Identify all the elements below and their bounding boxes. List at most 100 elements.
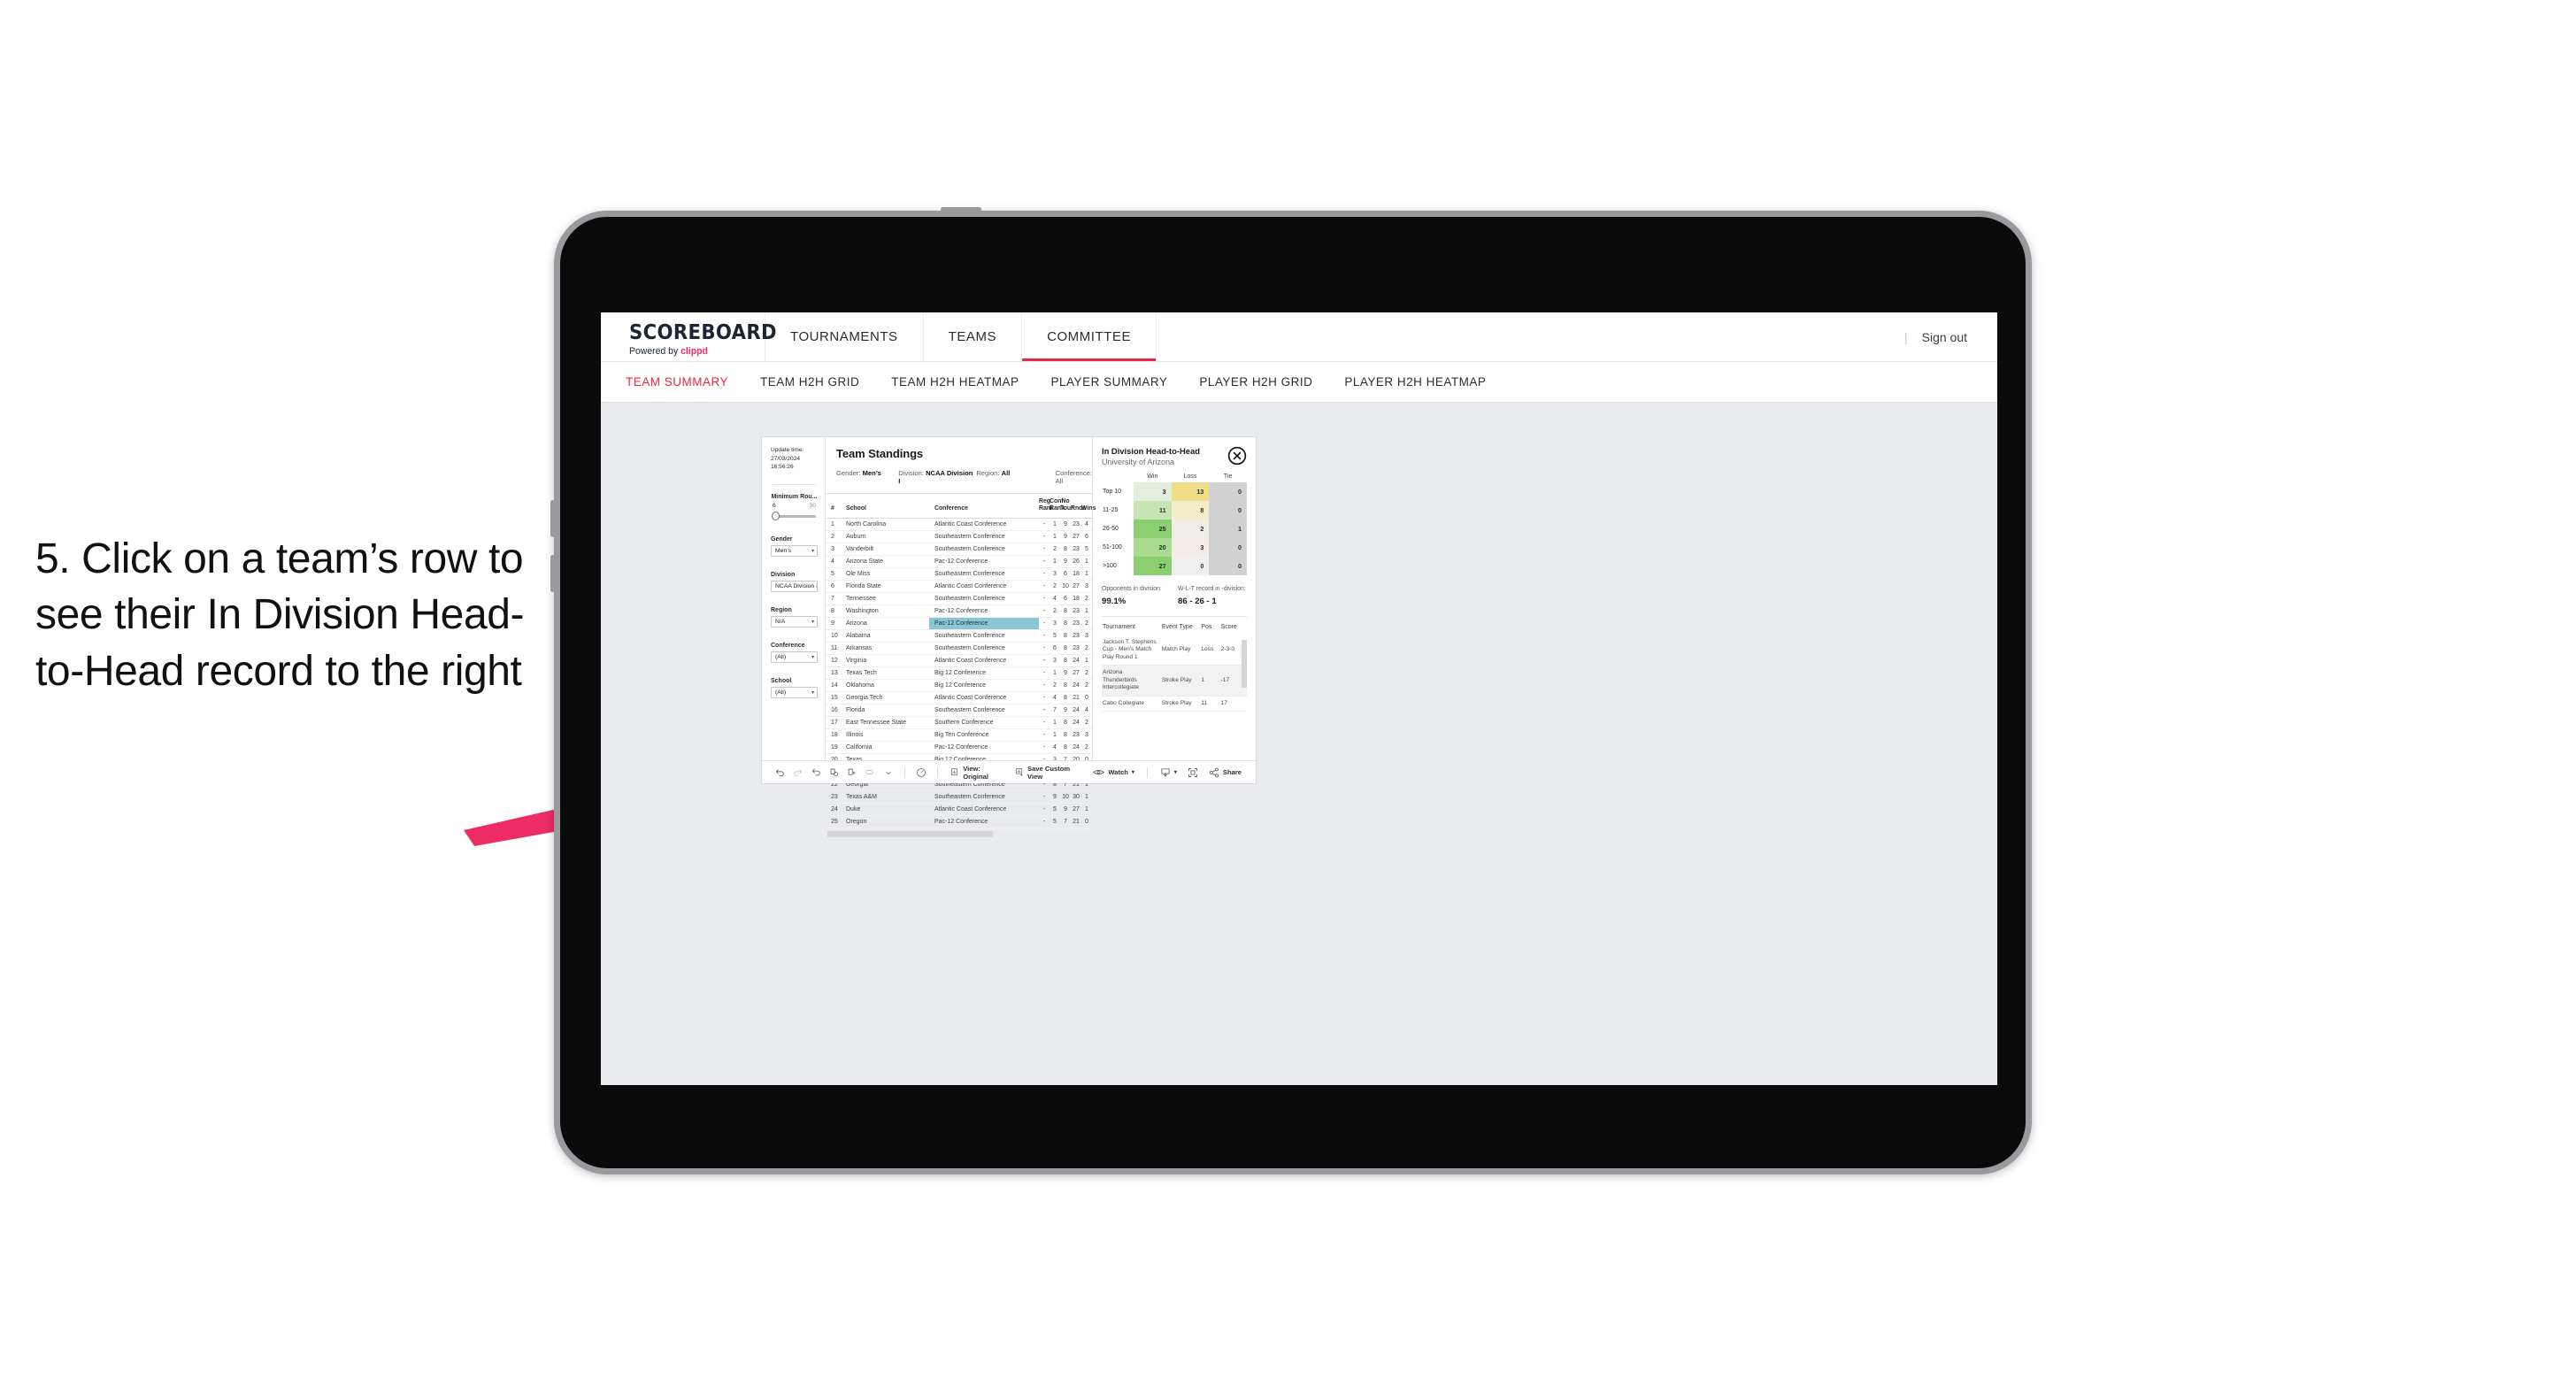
h2h-cell[interactable]: 27 xyxy=(1134,557,1172,575)
h2h-cell[interactable]: 3 xyxy=(1134,482,1172,501)
revert-icon[interactable] xyxy=(807,765,825,781)
share-button[interactable]: Share xyxy=(1203,767,1247,778)
tournament-name-cell: Jackson T. Stephens Cup - Men’s Match Pl… xyxy=(1102,635,1161,666)
col-school[interactable]: School xyxy=(841,494,929,519)
conference-select[interactable]: (All) ▾ xyxy=(771,651,818,663)
tab-team-h2h-heatmap[interactable]: TEAM H2H HEATMAP xyxy=(891,375,1019,389)
slider-handle[interactable] xyxy=(772,511,780,520)
table-row[interactable]: 7 Tennessee Southeastern Conference -4 6 18 2 xyxy=(826,592,1092,605)
division-select[interactable]: NCAA Division I ▾ xyxy=(771,580,818,592)
close-circle-icon[interactable] xyxy=(1227,446,1247,466)
h2h-cell[interactable]: 0 xyxy=(1209,501,1247,520)
conference-cell: Pac-12 Conference xyxy=(929,815,1039,828)
tab-team-h2h-grid[interactable]: TEAM H2H GRID xyxy=(760,375,859,389)
h2h-cell[interactable]: 20 xyxy=(1134,538,1172,557)
tab-player-summary[interactable]: PLAYER SUMMARY xyxy=(1051,375,1168,389)
table-row[interactable]: 16 Florida Southeastern Conference -7 9 24 4 xyxy=(826,704,1092,717)
table-row[interactable]: 8 Washington Pac-12 Conference -2 8 23 1 xyxy=(826,604,1092,618)
table-row[interactable]: 12 Virginia Atlantic Coast Conference -3 8 24… xyxy=(826,654,1092,667)
h2h-cell[interactable]: 0 xyxy=(1209,482,1247,501)
watch-button[interactable]: Watch ▾ xyxy=(1088,767,1140,777)
h2h-cell[interactable]: 0 xyxy=(1209,557,1247,575)
horizontal-scrollbar[interactable] xyxy=(826,828,1092,837)
conf-rank-cell: 5 xyxy=(1050,815,1060,828)
save-custom-view-button[interactable]: Save Custom View xyxy=(1010,765,1088,781)
wins-cell: 1 xyxy=(1081,790,1092,804)
highlight-icon[interactable] xyxy=(861,765,879,781)
h2h-cell[interactable]: 0 xyxy=(1171,557,1210,575)
pause-icon[interactable] xyxy=(843,765,861,781)
table-row[interactable]: 18 Illinois Big Ten Conference -1 8 23 3 xyxy=(826,728,1092,742)
tournament-row[interactable]: Cabo Collegiate Stroke Play 11 17 xyxy=(1102,696,1247,712)
filter-panel: Update time: 27/03/2024 16:56:26 Minimum… xyxy=(762,437,826,760)
tournament-row[interactable]: Jackson T. Stephens Cup - Men’s Match Pl… xyxy=(1102,635,1247,666)
col-no-tour[interactable]: No Tour xyxy=(1060,494,1073,519)
h2h-cell[interactable]: 3 xyxy=(1171,538,1210,557)
h2h-cell[interactable]: 25 xyxy=(1134,520,1172,538)
tournament-vertical-scrollbar[interactable] xyxy=(1242,640,1247,688)
view-original-button[interactable]: View: Original xyxy=(945,765,1010,781)
table-row[interactable]: 25 Oregon Pac-12 Conference -5 7 21 0 xyxy=(826,815,1092,828)
table-row[interactable]: 3 Vanderbilt Southeastern Conference -2 8 23 5 xyxy=(826,543,1092,556)
table-row[interactable]: 1 North Carolina Atlantic Coast Conference… xyxy=(826,518,1092,531)
table-row[interactable]: 2 Auburn Southeastern Conference -1 9 27 6 xyxy=(826,530,1092,543)
gender-select[interactable]: Men’s ▾ xyxy=(771,544,818,557)
undo-icon[interactable] xyxy=(771,765,788,781)
h2h-cell[interactable]: 0 xyxy=(1209,538,1247,557)
h2h-cell[interactable]: 1 xyxy=(1209,520,1247,538)
table-row[interactable]: 6 Florida State Atlantic Coast Conference -… xyxy=(826,580,1092,593)
download-button[interactable]: ▾ xyxy=(1155,767,1182,778)
h2h-cell[interactable]: 2 xyxy=(1171,520,1210,538)
nav-committee[interactable]: COMMITTEE xyxy=(1022,312,1157,361)
clock-icon[interactable] xyxy=(912,765,930,781)
h2h-row: 26-50 25 2 1 xyxy=(1102,520,1247,538)
event-type-cell: Stroke Play xyxy=(1160,696,1201,712)
tournament-row[interactable]: Arizona Thunderbirds Intercollegiate Stro… xyxy=(1102,665,1247,697)
rnds-cell: 18 xyxy=(1071,592,1081,605)
table-row[interactable]: 17 East Tennessee State Southern Conferenc… xyxy=(826,716,1092,729)
table-row[interactable]: 9 Arizona Pac-12 Conference -3 8 23 2 xyxy=(826,617,1092,630)
refresh-icon[interactable] xyxy=(825,765,842,781)
table-row[interactable]: 5 Ole Miss Southeastern Conference -3 6 18 1 xyxy=(826,567,1092,581)
tablet-device-frame: SCOREBOARD Powered by clippd TOURNAMENTS… xyxy=(550,207,2032,1174)
tab-team-summary[interactable]: TEAM SUMMARY xyxy=(626,375,728,389)
col-score: Score xyxy=(1220,624,1237,630)
col-rank[interactable]: # xyxy=(826,494,841,519)
table-row[interactable]: 10 Alabama Southeastern Conference -5 8 23 3 xyxy=(826,629,1092,643)
school-select[interactable]: (All) ▾ xyxy=(771,686,818,698)
table-row[interactable]: 19 California Pac-12 Conference -4 8 24 2 xyxy=(826,741,1092,754)
region-select[interactable]: N/A ▾ xyxy=(771,615,818,628)
col-rnds[interactable]: Rnds xyxy=(1071,494,1086,519)
app-logo[interactable]: SCOREBOARD Powered by clippd xyxy=(601,312,777,361)
col-wins[interactable]: Wins xyxy=(1081,494,1096,519)
table-row[interactable]: 15 Georgia Tech Atlantic Coast Conference -… xyxy=(826,691,1092,705)
wins-cell: 1 xyxy=(1081,567,1092,581)
scrollbar-thumb[interactable] xyxy=(827,830,993,837)
conference-cell: Southeastern Conference xyxy=(929,629,1039,643)
table-row[interactable]: 14 Oklahoma Big 12 Conference -2 8 24 2 xyxy=(826,679,1092,692)
sign-out-link[interactable]: Sign out xyxy=(1922,330,1967,344)
redo-icon[interactable] xyxy=(788,765,806,781)
rnds-cell: 27 xyxy=(1071,666,1081,680)
col-reg-rank[interactable]: Reg Rank xyxy=(1039,494,1054,519)
nav-teams[interactable]: TEAMS xyxy=(924,312,1023,361)
min-rounds-slider[interactable] xyxy=(771,511,818,521)
table-row[interactable]: 13 Texas Tech Big 12 Conference -1 9 27 2 xyxy=(826,666,1092,680)
table-row[interactable]: 11 Arkansas Southeastern Conference -6 8 23 2 xyxy=(826,642,1092,655)
nav-tournaments[interactable]: TOURNAMENTS xyxy=(765,312,924,361)
caret-down-icon[interactable] xyxy=(879,765,896,781)
tab-player-h2h-heatmap[interactable]: PLAYER H2H HEATMAP xyxy=(1344,375,1486,389)
table-row[interactable]: 23 Texas A&M Southeastern Conference -9 10 30… xyxy=(826,790,1092,804)
table-row[interactable]: 4 Arizona State Pac-12 Conference -1 9 26 1 xyxy=(826,555,1092,568)
tab-player-h2h-grid[interactable]: PLAYER H2H GRID xyxy=(1199,375,1312,389)
h2h-cell[interactable]: 13 xyxy=(1171,482,1210,501)
col-conf-rank[interactable]: Conf Rank xyxy=(1050,494,1065,519)
rnds-cell: 26 xyxy=(1071,555,1081,568)
division-filter: Division NCAA Division I ▾ xyxy=(771,572,818,592)
fullscreen-icon[interactable] xyxy=(1182,765,1203,781)
h2h-cell[interactable]: 11 xyxy=(1134,501,1172,520)
h2h-cell[interactable]: 8 xyxy=(1171,501,1210,520)
table-row[interactable]: 24 Duke Atlantic Coast Conference -5 9 27 1 xyxy=(826,803,1092,816)
col-conference[interactable]: Conference xyxy=(929,494,1039,519)
rank-cell: 7 xyxy=(826,592,841,605)
